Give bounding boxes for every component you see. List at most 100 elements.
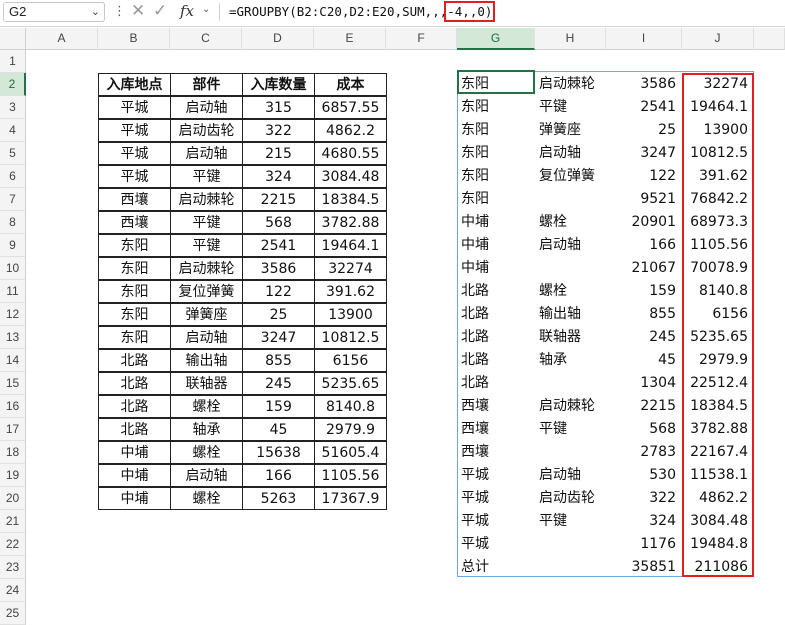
result-table-cell[interactable]: 联轴器 [535, 326, 606, 349]
source-table-cell[interactable]: 324 [242, 165, 315, 188]
row-header-20[interactable]: 20 [0, 487, 26, 510]
result-table-cell[interactable]: 中埔 [457, 211, 535, 234]
source-table-cell[interactable]: 东阳 [98, 326, 171, 349]
source-table-cell[interactable]: 3782.88 [314, 211, 387, 234]
result-table-cell[interactable]: 70078.9 [682, 257, 754, 280]
result-table-cell[interactable]: 1105.56 [682, 234, 754, 257]
result-table-cell[interactable]: 3247 [606, 142, 682, 165]
result-table-cell[interactable]: 3586 [606, 73, 682, 96]
row-header-11[interactable]: 11 [0, 280, 26, 303]
source-table-cell[interactable]: 2979.9 [314, 418, 387, 441]
result-table-cell[interactable]: 东阳 [457, 165, 535, 188]
result-table-cell[interactable]: 3084.48 [682, 510, 754, 533]
result-table-cell[interactable] [535, 441, 606, 464]
result-table-cell[interactable]: 5235.65 [682, 326, 754, 349]
result-table-cell[interactable]: 平城 [457, 487, 535, 510]
result-table-cell[interactable]: 25 [606, 119, 682, 142]
result-table-cell[interactable]: 10812.5 [682, 142, 754, 165]
source-table-cell[interactable]: 215 [242, 142, 315, 165]
source-table-cell[interactable]: 轴承 [170, 418, 243, 441]
result-table-cell[interactable] [535, 188, 606, 211]
column-header-j[interactable]: J [682, 28, 754, 50]
result-table-cell[interactable]: 北路 [457, 372, 535, 395]
row-header-22[interactable]: 22 [0, 533, 26, 556]
column-header-a[interactable]: A [26, 28, 98, 50]
source-table-cell[interactable]: 中埔 [98, 464, 171, 487]
result-table-cell[interactable]: 9521 [606, 188, 682, 211]
result-table-cell[interactable]: 东阳 [457, 73, 535, 96]
row-header-23[interactable]: 23 [0, 556, 26, 579]
row-header-7[interactable]: 7 [0, 188, 26, 211]
source-table-cell[interactable]: 18384.5 [314, 188, 387, 211]
result-table-cell[interactable]: 螺栓 [535, 211, 606, 234]
source-table-cell[interactable]: 东阳 [98, 257, 171, 280]
row-header-6[interactable]: 6 [0, 165, 26, 188]
source-table-cell[interactable]: 10812.5 [314, 326, 387, 349]
source-table-cell[interactable]: 1105.56 [314, 464, 387, 487]
source-table-cell[interactable]: 平键 [170, 234, 243, 257]
result-table-cell[interactable]: 32274 [682, 73, 754, 96]
source-table-cell[interactable]: 2215 [242, 188, 315, 211]
result-table-cell[interactable]: 20901 [606, 211, 682, 234]
source-table-cell[interactable]: 启动轴 [170, 464, 243, 487]
result-table-cell[interactable]: 1304 [606, 372, 682, 395]
source-table-cell[interactable]: 弹簧座 [170, 303, 243, 326]
formula-input[interactable]: =GROUPBY(B2:C20,D2:E20,SUM,,,-4,,0) [229, 1, 496, 22]
result-table-cell[interactable]: 东阳 [457, 96, 535, 119]
column-header-e[interactable]: E [314, 28, 386, 50]
source-table-cell[interactable]: 东阳 [98, 303, 171, 326]
source-table-cell[interactable]: 315 [242, 96, 315, 119]
source-table-cell[interactable]: 4862.2 [314, 119, 387, 142]
source-table-cell[interactable]: 25 [242, 303, 315, 326]
source-table-cell[interactable]: 391.62 [314, 280, 387, 303]
result-table-cell[interactable]: 8140.8 [682, 280, 754, 303]
result-table-cell[interactable]: 6156 [682, 303, 754, 326]
result-table-cell[interactable]: 22512.4 [682, 372, 754, 395]
source-table-cell[interactable]: 平城 [98, 142, 171, 165]
source-header-cell[interactable]: 成本 [314, 73, 387, 96]
result-table-cell[interactable]: 122 [606, 165, 682, 188]
source-table-cell[interactable]: 输出轴 [170, 349, 243, 372]
result-table-cell[interactable] [535, 533, 606, 556]
row-header-12[interactable]: 12 [0, 303, 26, 326]
row-header-19[interactable]: 19 [0, 464, 26, 487]
source-table-cell[interactable]: 32274 [314, 257, 387, 280]
result-table-cell[interactable]: 西壤 [457, 418, 535, 441]
source-table-cell[interactable]: 螺栓 [170, 487, 243, 510]
row-header-17[interactable]: 17 [0, 418, 26, 441]
fx-chevron-down-icon[interactable]: ⌄ [202, 4, 210, 15]
source-table-cell[interactable]: 启动齿轮 [170, 119, 243, 142]
result-table-cell[interactable]: 21067 [606, 257, 682, 280]
source-table-cell[interactable]: 122 [242, 280, 315, 303]
result-table-cell[interactable]: 391.62 [682, 165, 754, 188]
source-table-cell[interactable]: 西壤 [98, 211, 171, 234]
source-table-cell[interactable]: 东阳 [98, 234, 171, 257]
row-header-2[interactable]: 2 [0, 73, 26, 96]
source-table-cell[interactable]: 启动轴 [170, 96, 243, 119]
result-table-cell[interactable]: 2979.9 [682, 349, 754, 372]
result-table-cell[interactable]: 东阳 [457, 142, 535, 165]
result-table-cell[interactable]: 平城 [457, 510, 535, 533]
result-table-cell[interactable] [535, 556, 606, 579]
result-table-cell[interactable]: 启动轴 [535, 142, 606, 165]
row-header-25[interactable]: 25 [0, 602, 26, 625]
result-table-cell[interactable]: 平键 [535, 510, 606, 533]
column-header-g[interactable]: G [457, 28, 535, 50]
source-table-cell[interactable]: 322 [242, 119, 315, 142]
result-table-cell[interactable]: 弹簧座 [535, 119, 606, 142]
column-header-partial[interactable] [754, 28, 785, 50]
result-table-cell[interactable]: 855 [606, 303, 682, 326]
result-table-cell[interactable]: 530 [606, 464, 682, 487]
result-table-cell[interactable]: 68973.3 [682, 211, 754, 234]
source-table-cell[interactable]: 复位弹簧 [170, 280, 243, 303]
name-box[interactable]: G2 ⌄ [3, 2, 105, 22]
insert-function-icon[interactable]: fx [180, 2, 194, 20]
result-table-cell[interactable]: 324 [606, 510, 682, 533]
source-table-cell[interactable]: 北路 [98, 395, 171, 418]
confirm-icon[interactable]: ✓ [153, 1, 167, 21]
column-header-h[interactable]: H [535, 28, 606, 50]
result-table-cell[interactable]: 北路 [457, 349, 535, 372]
result-table-cell[interactable]: 复位弹簧 [535, 165, 606, 188]
result-table-cell[interactable]: 螺栓 [535, 280, 606, 303]
result-table-cell[interactable]: 2783 [606, 441, 682, 464]
